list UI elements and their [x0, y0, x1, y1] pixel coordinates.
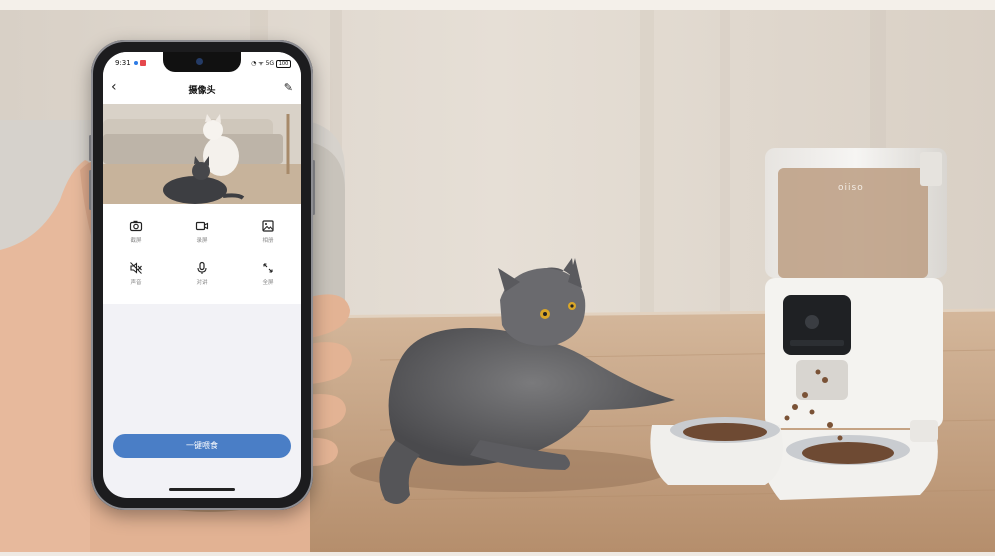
- status-dot-icon: [134, 61, 138, 65]
- camera-controls-panel: 截屏 录屏 相册 声音 对讲 全屏: [103, 204, 301, 304]
- camera-icon: [129, 220, 143, 232]
- phone-notch: [163, 52, 241, 72]
- gallery-button[interactable]: 相册: [243, 218, 293, 244]
- control-label: 相册: [262, 238, 274, 244]
- one-click-feed-button[interactable]: 一键喂食: [113, 434, 291, 458]
- control-label: 对讲: [196, 280, 208, 286]
- phone-screen: 9:31 ◔ ᯤ 5G 100 ‹ 摄像头 ✎ 截屏 录屏 相册 声音 对讲 全…: [103, 52, 301, 498]
- feeder-brand-logo: oiiso: [838, 183, 864, 193]
- edit-icon[interactable]: ✎: [284, 81, 293, 94]
- notification-icon: [140, 60, 146, 66]
- record-button[interactable]: 录屏: [177, 218, 227, 244]
- microphone-icon: [197, 261, 207, 274]
- control-label: 全屏: [262, 280, 274, 286]
- sound-button[interactable]: 声音: [111, 260, 161, 286]
- control-label: 截屏: [130, 238, 142, 244]
- camera-frame-image: [103, 104, 301, 204]
- intercom-button[interactable]: 对讲: [177, 260, 227, 286]
- app-header: ‹ 摄像头 ✎: [103, 74, 301, 104]
- smartphone: 9:31 ◔ ᯤ 5G 100 ‹ 摄像头 ✎ 截屏 录屏 相册 声音 对讲 全…: [89, 40, 315, 510]
- screenshot-button[interactable]: 截屏: [111, 218, 161, 244]
- control-label: 录屏: [196, 238, 208, 244]
- front-camera: [196, 58, 203, 65]
- home-indicator: [169, 488, 235, 491]
- fullscreen-button[interactable]: 全屏: [243, 260, 293, 286]
- signal-icons: ◔ ᯤ 5G: [251, 60, 275, 67]
- gallery-icon: [262, 220, 274, 232]
- speaker-mute-icon: [130, 262, 142, 274]
- video-record-icon: [195, 221, 209, 231]
- status-time: 9:31: [115, 59, 131, 67]
- battery-icon: 100: [276, 59, 291, 68]
- status-icons: ◔ ᯤ 5G 100: [251, 59, 291, 68]
- page-title: 摄像头: [188, 86, 216, 96]
- fullscreen-icon: [263, 263, 273, 273]
- control-label: 声音: [130, 280, 142, 286]
- camera-live-view[interactable]: [103, 104, 301, 204]
- product-photo: 9:31 ◔ ᯤ 5G 100 ‹ 摄像头 ✎ 截屏 录屏 相册 声音 对讲 全…: [0, 0, 995, 552]
